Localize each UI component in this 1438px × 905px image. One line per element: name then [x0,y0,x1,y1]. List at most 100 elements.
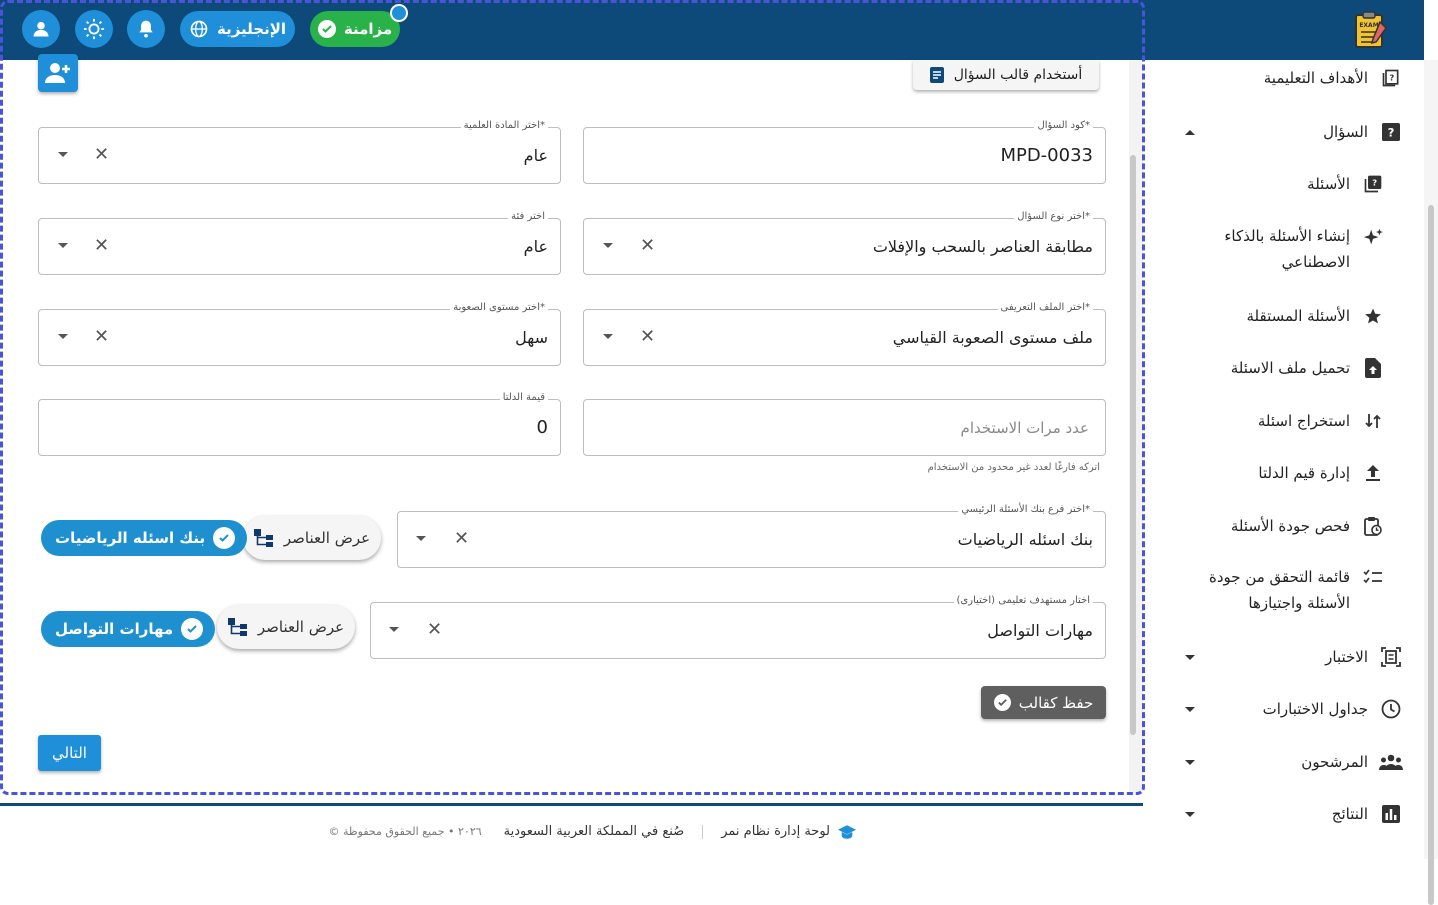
bank-selected-chip[interactable]: بنك اسئله الرياضيات [41,520,248,556]
sidebar-scrollbar[interactable] [1424,60,1438,905]
target-selected-chip[interactable]: مهارات التواصل [41,611,216,647]
main-scrollbar[interactable] [1129,60,1143,795]
subject-select[interactable]: اختر المادة العلمية* عام ✕ [38,120,561,184]
sync-status-dot [390,4,408,22]
category-value: عام [523,237,548,256]
sidebar-item-label-line2: الأسئلة واجتيازها [1248,594,1350,612]
add-user-button[interactable] [38,54,78,92]
scroll-thumb[interactable] [1428,205,1434,905]
save-as-template-button[interactable]: حفظ كقالب [981,686,1106,719]
language-label: الإنجليزية [216,20,287,38]
learning-target-select[interactable]: اختار مستهدف تعليمى (اختيارى) مهارات الت… [370,595,1106,659]
svg-text:?: ? [1388,126,1395,140]
difficulty-value: سهل [515,328,548,347]
brand-text: لوحة إدارة نظام نمر [721,824,830,839]
dropdown-caret-icon[interactable] [603,334,613,339]
upload-icon [1362,462,1384,484]
check-icon [213,527,236,549]
profile-button[interactable] [22,10,60,48]
question-type-value: مطابقة العناصر بالسحب والإفلات [872,237,1093,256]
collapse-arrow-icon[interactable] [1185,129,1195,135]
target-show-items-button[interactable]: عرض العناصر [217,605,355,649]
use-template-label: أستخدام قالب السؤال [953,67,1083,83]
bank-show-items-button[interactable]: عرض العناصر [243,516,381,560]
clear-icon[interactable]: ✕ [640,327,655,347]
clear-icon[interactable]: ✕ [94,327,109,347]
copyright-text: © ٢٠٢٦ • جميع الحقوق محفوظة [328,825,482,838]
dropdown-caret-icon[interactable] [603,243,613,248]
clear-icon[interactable]: ✕ [427,620,442,640]
scroll-thumb[interactable] [1130,155,1136,735]
sidebar-item-results[interactable]: النتائج [1145,800,1424,828]
next-button[interactable]: التالي [38,735,101,771]
sidebar-item-delta-values[interactable]: إدارة قيم الدلتا [1145,459,1424,487]
file-upload-icon [1362,357,1384,379]
theme-toggle-button[interactable] [75,10,113,48]
clear-icon[interactable]: ✕ [94,145,109,165]
people-icon [1378,751,1404,773]
sidebar-item-upload-file[interactable]: تحميل ملف الاسئلة [1145,354,1424,382]
clear-icon[interactable]: ✕ [640,236,655,256]
dropdown-caret-icon[interactable] [58,243,68,248]
expand-arrow-icon[interactable] [1185,811,1195,817]
dropdown-caret-icon[interactable] [58,334,68,339]
sync-button[interactable]: مزامنة [310,11,400,47]
difficulty-select[interactable]: اختر مستوى الصعوبة* سهل ✕ [38,302,561,366]
tree-icon [227,618,247,636]
definition-file-select[interactable]: اختر الملف التعريفى* ملف مستوى الصعوبة ا… [583,302,1106,366]
svg-text:EXAM: EXAM [1359,22,1378,29]
sidebar-item-quality-checklist[interactable]: قائمة التحقق من جودة الأسئلة واجتيازها [1145,564,1424,618]
bank-branch-value: بنك اسئله الرياضيات [957,530,1093,549]
sidebar-item-quality-check[interactable]: فحص جودة الأسئلة [1145,512,1424,540]
usage-count-placeholder: عدد مرات الاستخدام [960,418,1089,437]
clock-icon [1380,698,1402,720]
sidebar-item-exam-schedules[interactable]: جداول الاختبارات [1145,695,1424,723]
use-template-button[interactable]: أستخدام قالب السؤال [913,60,1099,90]
bank-branch-select[interactable]: اختر فرع بنك الأسئلة الرئيسي* بنك اسئله … [397,504,1106,568]
footer-separator [702,824,704,839]
save-as-template-label: حفظ كقالب [1018,693,1094,712]
dropdown-caret-icon[interactable] [389,627,399,632]
sidebar-item-independent-questions[interactable]: الأسئلة المستقلة [1145,302,1424,330]
graduation-cap-icon [838,824,856,839]
sidebar-item-label: استخراج اسئلة [1257,412,1350,430]
delta-value-value: 0 [536,417,548,438]
sidebar-item-label: فحص جودة الأسئلة [1230,517,1350,535]
sidebar-item-learning-objectives[interactable]: ? الأهداف التعليمية [1145,64,1424,92]
made-in-text: صُنع في المملكة العربية السعودية [503,824,685,839]
category-select[interactable]: اختر فئة عام ✕ [38,211,561,275]
exam-frame-icon [1380,646,1402,668]
dropdown-caret-icon[interactable] [58,152,68,157]
sidebar-item-question[interactable]: ? السؤال [1145,118,1424,146]
question-type-select[interactable]: اختر نوع السؤال* مطابقة العناصر بالسحب و… [583,211,1106,275]
notifications-button[interactable] [127,10,165,48]
sidebar-item-extract-questions[interactable]: استخراج اسئلة [1145,407,1424,435]
clear-icon[interactable]: ✕ [454,529,469,549]
sidebar-item-exam[interactable]: الاختبار [1145,643,1424,671]
book-question-icon: ? [1380,67,1402,89]
sparkles-icon [1362,227,1384,249]
sidebar-item-label: إنشاء الأسئلة بالذكاء [1224,227,1350,245]
expand-arrow-icon[interactable] [1185,654,1195,660]
sidebar-item-label: قائمة التحقق من جودة [1209,568,1350,586]
sidebar-item-candidates[interactable]: المرشحون [1145,748,1424,776]
subject-value: عام [523,146,548,165]
svg-text:?: ? [1389,73,1394,83]
expand-arrow-icon[interactable] [1185,759,1195,765]
app-logo[interactable]: EXAM [1352,10,1390,50]
question-code-field[interactable]: كود السؤال* MPD-0033 [583,120,1106,184]
definition-file-value: ملف مستوى الصعوبة القياسي [892,328,1093,347]
sidebar-item-ai-generate[interactable]: إنشاء الأسئلة بالذكاء الاصطناعي [1145,223,1424,277]
main-content: أستخدام قالب السؤال كود السؤال* MPD-0033… [14,54,1129,795]
usage-count-field[interactable]: عدد مرات الاستخدام [583,399,1106,456]
language-button[interactable]: الإنجليزية [180,11,295,47]
expand-arrow-icon[interactable] [1185,706,1195,712]
globe-icon [190,20,208,38]
delta-value-field[interactable]: قيمة الدلتا 0 [38,392,561,456]
question-library-icon: ? [1362,173,1384,195]
dropdown-caret-icon[interactable] [416,536,426,541]
clear-icon[interactable]: ✕ [94,236,109,256]
sidebar-item-label: تحميل ملف الاسئلة [1230,359,1350,377]
sidebar-item-questions[interactable]: ? الأسئلة [1145,170,1424,198]
chip-label: مهارات التواصل [55,620,174,638]
